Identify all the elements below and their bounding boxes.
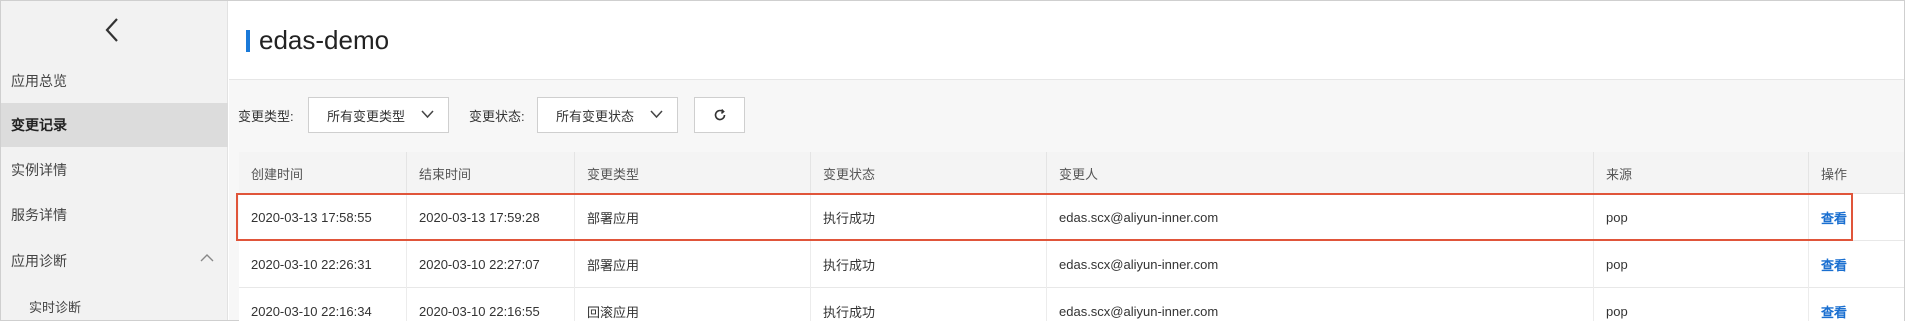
cell-status: 执行成功 [811,194,1047,241]
change-type-select[interactable]: 所有变更类型 [308,97,449,133]
view-link[interactable]: 查看 [1821,255,1847,274]
table-row: 2020-03-10 22:16:34 2020-03-10 22:16:55 … [239,288,1904,321]
back-button[interactable] [97,13,127,47]
change-type-label: 变更类型: [238,109,294,124]
sidebar-item-label: 实例详情 [11,162,67,178]
sidebar-item-service-details[interactable]: 服务详情 [1,193,228,237]
sidebar-item-app-overview[interactable]: 应用总览 [1,59,228,103]
refresh-button[interactable] [694,97,745,133]
cell-type: 回滚应用 [575,288,811,321]
title-accent-bar [246,30,250,52]
change-status-select[interactable]: 所有变更状态 [537,97,678,133]
cell-type: 部署应用 [575,241,811,288]
column-header-created: 创建时间 [239,152,407,194]
cell-source: pop [1594,288,1809,321]
view-link[interactable]: 查看 [1821,208,1847,227]
sidebar-item-app-diagnosis[interactable]: 应用诊断 [1,239,228,283]
sidebar-item-instance-details[interactable]: 实例详情 [1,148,228,192]
sidebar-item-label: 应用总览 [11,73,67,89]
change-records-table: 创建时间 结束时间 变更类型 变更状态 变更人 来源 操作 2020-03-13… [239,152,1904,321]
page-title: edas-demo [259,25,390,55]
column-header-ended: 结束时间 [407,152,575,194]
cell-action: 查看 [1809,194,1904,241]
change-status-value: 所有变更状态 [556,108,635,124]
change-type-value: 所有变更类型 [327,108,406,124]
cell-created: 2020-03-10 22:16:34 [239,288,407,321]
column-header-source: 来源 [1594,152,1809,194]
chevron-left-icon [105,18,118,42]
column-header-action: 操作 [1821,166,1848,182]
table-row: 2020-03-10 22:26:31 2020-03-10 22:27:07 … [239,241,1904,288]
chevron-up-icon [200,254,214,262]
sidebar-item-label: 服务详情 [11,207,67,223]
cell-status: 执行成功 [811,241,1047,288]
refresh-icon [714,109,725,121]
cell-user: edas.scx@aliyun-inner.com [1047,288,1594,321]
change-status-label: 变更状态: [469,109,525,124]
main-content: edas-demo 变更类型: 所有变更类型 变更状态: 所有变更状态 创建时间… [229,1,1904,321]
cell-ended: 2020-03-13 17:59:28 [407,194,575,241]
cell-type: 部署应用 [575,194,811,241]
sidebar-item-label: 应用诊断 [11,253,67,269]
cell-action: 查看 [1809,241,1904,288]
column-header-user: 变更人 [1047,152,1594,194]
cell-ended: 2020-03-10 22:27:07 [407,241,575,288]
sidebar-item-change-records[interactable]: 变更记录 [1,103,228,147]
sidebar: 应用总览 变更记录 实例详情 服务详情 应用诊断 实时诊断 [1,1,228,320]
cell-created: 2020-03-13 17:58:55 [239,194,407,241]
cell-source: pop [1594,241,1809,288]
chevron-down-icon [421,110,434,119]
chevron-down-icon [650,110,663,119]
cell-status: 执行成功 [811,288,1047,321]
sidebar-item-realtime-diagnosis[interactable]: 实时诊断 [1,284,228,321]
sidebar-item-label: 变更记录 [11,117,67,133]
column-header-type: 变更类型 [575,152,811,194]
table-row: 2020-03-13 17:58:55 2020-03-13 17:59:28 … [239,194,1904,241]
cell-user: edas.scx@aliyun-inner.com [1047,241,1594,288]
sidebar-item-label: 实时诊断 [29,299,82,315]
view-link[interactable]: 查看 [1821,302,1847,321]
page-header: edas-demo [229,1,1904,80]
cell-user: edas.scx@aliyun-inner.com [1047,194,1594,241]
cell-ended: 2020-03-10 22:16:55 [407,288,575,321]
table-header: 创建时间 结束时间 变更类型 变更状态 变更人 来源 操作 [239,152,1904,194]
column-header-status: 变更状态 [811,152,1047,194]
cell-action: 查看 [1809,288,1904,321]
cell-source: pop [1594,194,1809,241]
cell-created: 2020-03-10 22:26:31 [239,241,407,288]
